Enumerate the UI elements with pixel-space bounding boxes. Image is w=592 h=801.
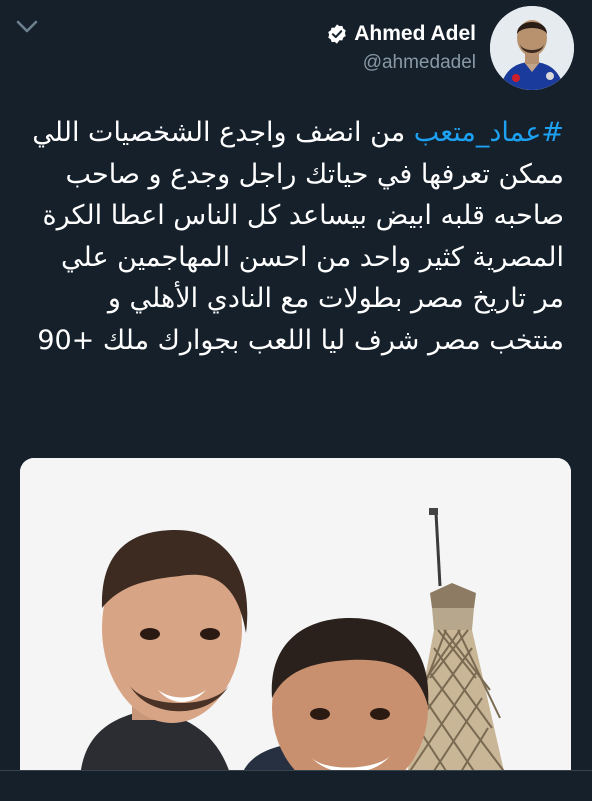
author-display-name[interactable]: Ahmed Adel xyxy=(354,22,476,46)
bottom-bar xyxy=(0,770,592,801)
chevron-down-icon[interactable] xyxy=(16,20,38,34)
tweet-header: Ahmed Adel @ahmedadel xyxy=(326,6,574,90)
tweet-text: #عماد_متعب من انضف واجدع الشخصيات اللي م… xyxy=(28,112,564,361)
avatar-photo xyxy=(490,6,574,90)
hashtag-link[interactable]: #عماد_متعب xyxy=(414,117,564,148)
tweet-body-text: من انضف واجدع الشخصيات اللي ممكن تعرفها … xyxy=(23,117,564,356)
photo-two-men-cairo-tower xyxy=(20,458,571,780)
name-row: Ahmed Adel xyxy=(326,22,476,46)
tweet-photo[interactable] xyxy=(20,458,571,780)
avatar[interactable] xyxy=(490,6,574,90)
verified-badge-icon xyxy=(328,24,346,44)
author-handle[interactable]: @ahmedadel xyxy=(363,52,476,74)
author-names: Ahmed Adel @ahmedadel xyxy=(326,22,476,74)
